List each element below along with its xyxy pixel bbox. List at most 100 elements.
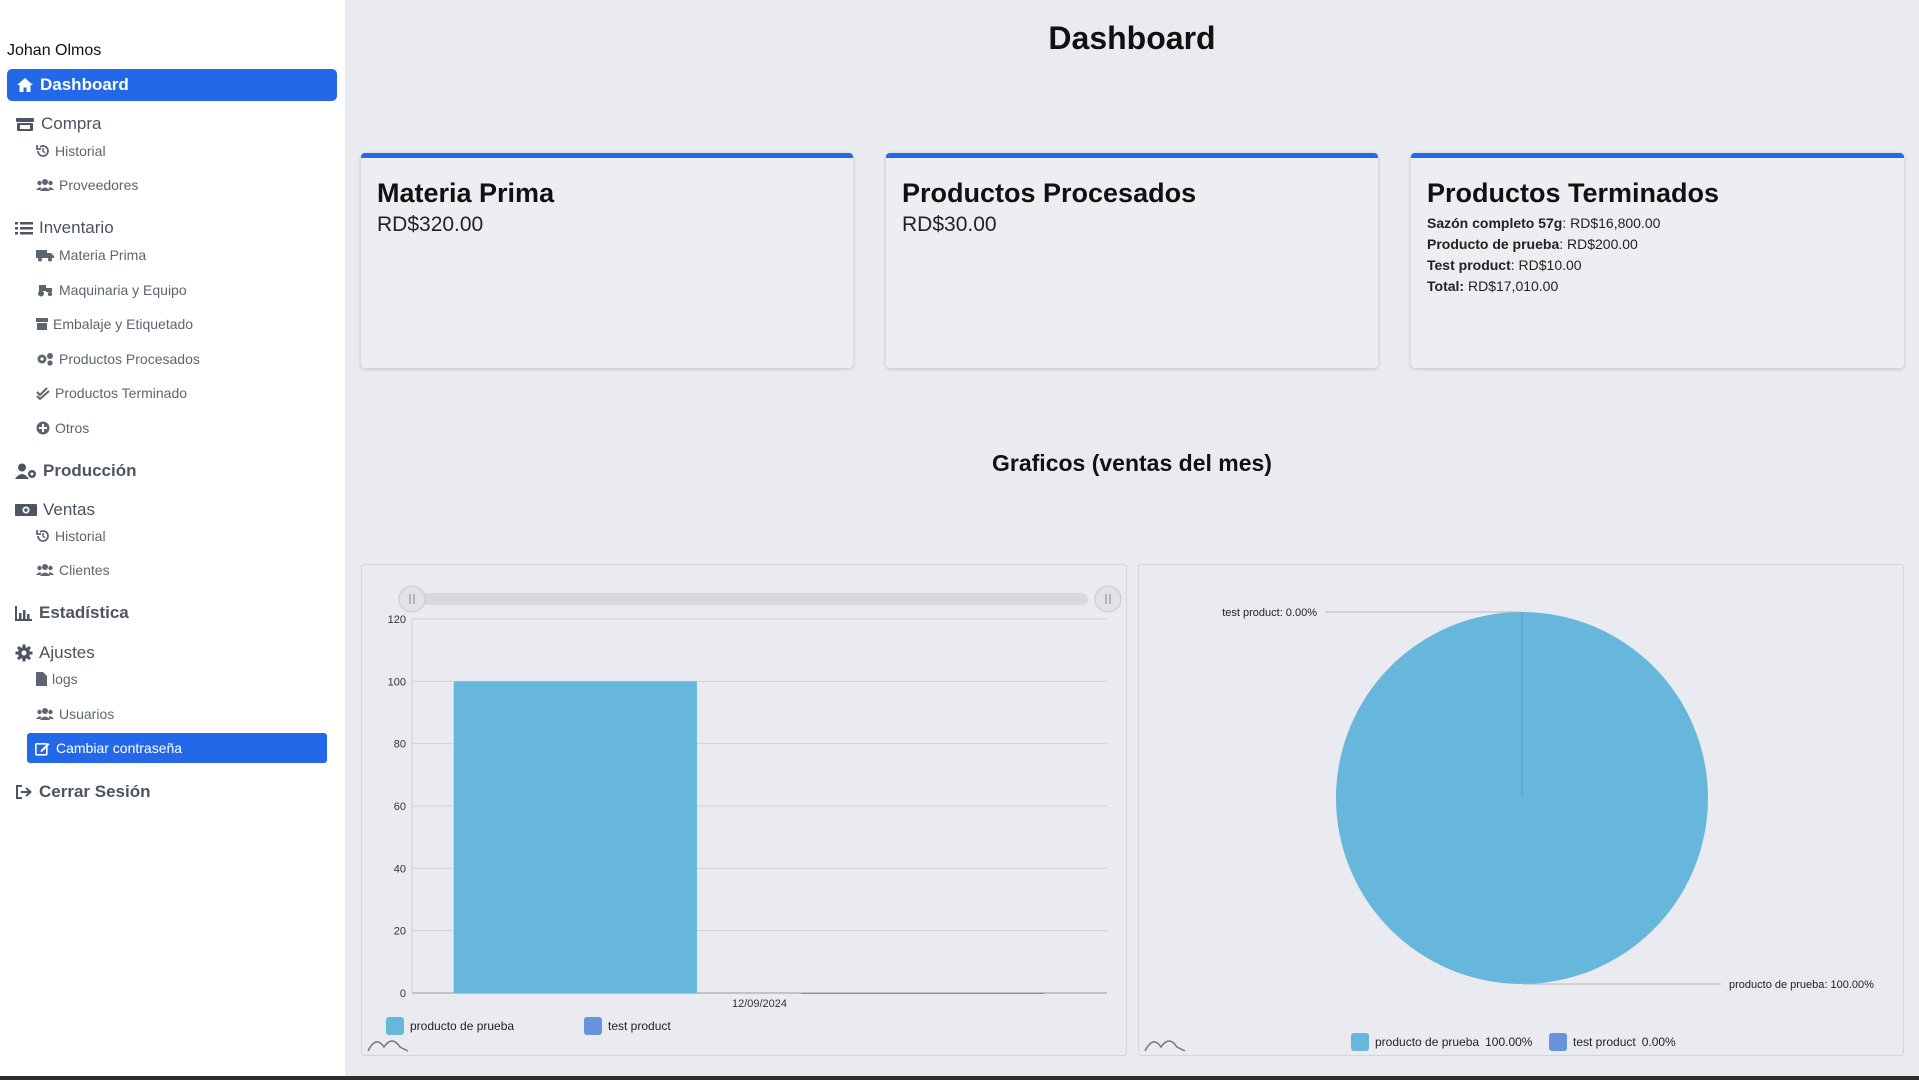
sidebar-item-label: Estadística [39, 603, 129, 622]
y-tick-label: 80 [394, 739, 406, 751]
sidebar-item-logs[interactable]: logs [36, 671, 78, 687]
sidebar-item-cerrar-sesion[interactable]: Cerrar Sesión [15, 782, 151, 802]
pie-label: test product: 0.00% [1222, 607, 1317, 619]
edit-icon [35, 741, 50, 756]
sidebar-item-produccion[interactable]: Producción [15, 461, 137, 481]
sidebar-item-label: Dashboard [40, 75, 129, 94]
truck-icon [36, 248, 54, 262]
history-icon [36, 144, 50, 158]
bar-chart-panel: 0 20 40 60 80 100 120 12/09/2024 producto de pr… [361, 564, 1127, 1056]
legend-label: test product [608, 1019, 671, 1033]
card-line: Sazón completo 57g: RD$16,800.00 [1427, 215, 1661, 231]
sidebar-section-label: Ajustes [39, 643, 95, 662]
sidebar-item-label: Proveedores [59, 177, 139, 193]
chart-logo-icon [1144, 1040, 1186, 1052]
sidebar-item-label: Maquinaria y Equipo [59, 282, 187, 298]
card-productos-terminados: Productos Terminados Sazón completo 57g:… [1411, 153, 1904, 368]
legend-item[interactable]: test product [584, 1017, 671, 1035]
legend-value: 0.00% [1641, 1035, 1676, 1049]
legend-item[interactable]: producto de prueba [386, 1017, 514, 1035]
sidebar-item-label: Otros [55, 420, 90, 436]
y-tick-label: 60 [394, 801, 406, 813]
money-bill-icon [15, 503, 37, 517]
x-tick-label: 12/09/2024 [732, 998, 787, 1010]
legend-item[interactable]: producto de prueba 100.00% [1351, 1033, 1532, 1051]
line-label: Sazón completo 57g [1427, 215, 1563, 231]
sidebar-item-label: Cerrar Sesión [39, 782, 151, 801]
y-tick-label: 0 [400, 988, 406, 1000]
line-label: Producto de prueba [1427, 236, 1560, 252]
file-icon [36, 672, 47, 686]
card-amount: RD$30.00 [902, 213, 997, 236]
sidebar-item-dashboard[interactable]: Dashboard [7, 69, 337, 101]
pie-chart-panel: test product: 0.00% producto de prueba: 1… [1138, 564, 1904, 1056]
scrollbar-grip-right[interactable] [1094, 585, 1122, 613]
sidebar-item-label: Historial [55, 143, 106, 159]
bar-chart-icon [15, 605, 33, 621]
line-value: RD$17,010.00 [1467, 278, 1559, 294]
legend-item[interactable]: test product 0.00% [1549, 1033, 1676, 1051]
card-productos-procesados: Productos Procesados RD$30.00 [886, 153, 1378, 368]
pie-chart: test product: 0.00% producto de prueba: 1… [1144, 607, 1874, 1052]
y-tick-label: 100 [388, 676, 406, 688]
box-icon [36, 317, 48, 331]
card-materia-prima: Materia Prima RD$320.00 [361, 153, 853, 368]
charts-title: Graficos (ventas del mes) [992, 450, 1272, 476]
sidebar-item-estadistica[interactable]: Estadística [15, 603, 129, 623]
sidebar-item-compra-historial[interactable]: Historial [36, 143, 106, 159]
line-label: Test product [1427, 257, 1511, 273]
card-line: Producto de prueba: RD$200.00 [1427, 236, 1638, 252]
sidebar-section-ventas[interactable]: Ventas [15, 500, 95, 520]
sidebar-item-ventas-historial[interactable]: Historial [36, 528, 106, 544]
card-title: Materia Prima [377, 178, 555, 208]
scrollbar-track [412, 593, 1088, 605]
sidebar-item-maquinaria[interactable]: Maquinaria y Equipo [36, 282, 187, 298]
line-value: RD$10.00 [1518, 257, 1582, 273]
legend-swatch [386, 1017, 404, 1035]
sidebar-section-inventario[interactable]: Inventario [15, 218, 114, 238]
users-icon [36, 563, 54, 577]
sidebar-section-label: Inventario [39, 218, 114, 237]
sign-out-icon [15, 784, 33, 800]
sidebar-item-clientes[interactable]: Clientes [36, 562, 110, 578]
sidebar-item-productos-procesados[interactable]: Productos Procesados [36, 351, 200, 367]
list-icon [15, 221, 33, 235]
legend-swatch [584, 1017, 602, 1035]
sidebar-item-proveedores[interactable]: Proveedores [36, 177, 138, 193]
sidebar-item-otros[interactable]: Otros [36, 420, 89, 436]
sidebar-section-label: Compra [41, 114, 102, 133]
legend-value: 100.00% [1485, 1035, 1533, 1049]
bar-chart: 0 20 40 60 80 100 120 12/09/2024 [367, 585, 1122, 1052]
sidebar-item-label: Productos Terminado [55, 385, 188, 401]
sidebar-section-label: Ventas [43, 500, 95, 519]
gears-icon [36, 352, 54, 366]
y-tick-label: 120 [388, 614, 406, 626]
users-icon [36, 178, 54, 192]
sidebar-item-label: Historial [55, 528, 106, 544]
sidebar-item-label: logs [52, 671, 78, 687]
chart-logo-icon [367, 1040, 409, 1052]
sidebar: Johan Olmos Dashboard Compra Historial P… [0, 0, 345, 1076]
legend-label: test product [1573, 1035, 1636, 1049]
sidebar-item-productos-terminado[interactable]: Productos Terminado [36, 385, 187, 401]
line-label: Total: [1427, 278, 1465, 294]
card-line: Total: RD$17,010.00 [1427, 276, 1888, 297]
home-icon [16, 77, 34, 93]
sidebar-item-cambiar-contrasena[interactable]: Cambiar contraseña [27, 733, 327, 763]
bar-2 [801, 993, 1045, 994]
legend-label: producto de prueba [410, 1019, 515, 1033]
sidebar-item-usuarios[interactable]: Usuarios [36, 706, 114, 722]
scrollbar-grip-left[interactable] [398, 585, 426, 613]
sidebar-section-compra[interactable]: Compra [15, 114, 101, 134]
sidebar-item-materia-prima[interactable]: Materia Prima [36, 247, 146, 263]
bottom-border [0, 1076, 1919, 1080]
sidebar-item-label: Usuarios [59, 706, 115, 722]
y-tick-label: 20 [394, 926, 406, 938]
legend-swatch [1351, 1033, 1369, 1051]
users-icon [36, 707, 54, 721]
sidebar-item-embalaje[interactable]: Embalaje y Etiquetado [36, 316, 193, 332]
user-name: Johan Olmos [7, 42, 102, 59]
sidebar-item-label: Clientes [59, 562, 110, 578]
sidebar-section-ajustes[interactable]: Ajustes [15, 643, 95, 663]
sidebar-item-label: Cambiar contraseña [56, 740, 183, 756]
